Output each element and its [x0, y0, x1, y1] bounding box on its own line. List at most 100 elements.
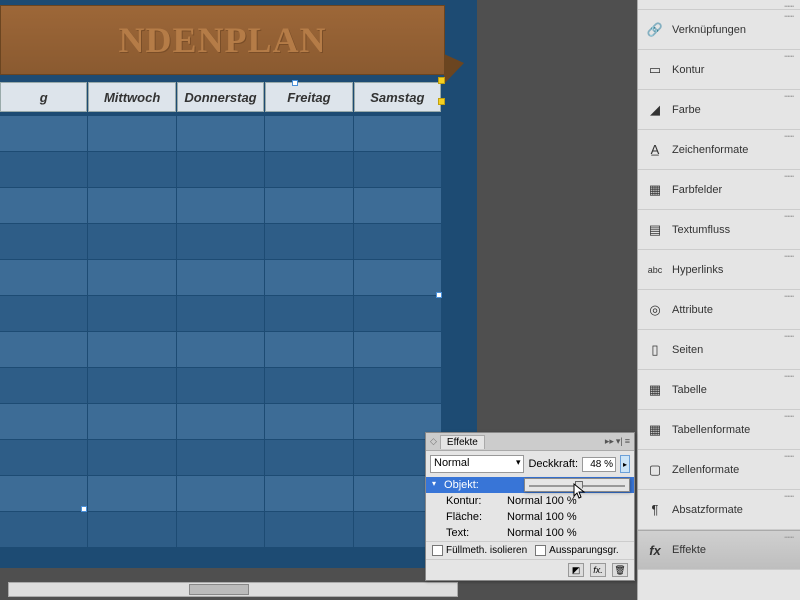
- opacity-dropdown-arrow[interactable]: ▸: [620, 455, 630, 473]
- table-cell: [177, 224, 264, 259]
- table-cell: [354, 296, 441, 331]
- table-cell: [354, 368, 441, 403]
- table-cell: [88, 368, 175, 403]
- panel-item-ebenen[interactable]: ⧉Ebenen┅┅: [638, 0, 800, 10]
- delete-effect-button[interactable]: 🗑: [612, 563, 628, 577]
- table-cell: [177, 296, 264, 331]
- panel-drag-icon: ┅┅: [784, 252, 794, 261]
- table-header-cell: Mittwoch: [88, 82, 175, 112]
- table-grid: [0, 115, 442, 547]
- isolate-blending-checkbox[interactable]: Füllmeth. isolieren: [432, 545, 527, 556]
- effects-target-value: Normal 100 %: [507, 511, 577, 523]
- panel-drag-icon: ┅┅: [784, 212, 794, 221]
- panel-item-farbfelder[interactable]: ▦Farbfelder┅┅: [638, 170, 800, 210]
- effects-target-label: Kontur:: [432, 495, 507, 507]
- panel-drag-icon: ┅┅: [784, 533, 794, 542]
- opacity-input[interactable]: [582, 457, 616, 472]
- panel-drag-icon: ┅┅: [784, 2, 794, 10]
- table-cell: [88, 404, 175, 439]
- table-cell: [265, 260, 352, 295]
- clear-effects-button[interactable]: ◩: [568, 563, 584, 577]
- fx-icon: fx: [646, 541, 664, 559]
- panel-item-absatzformate[interactable]: ¶Absatzformate┅┅: [638, 490, 800, 530]
- fx-menu-button[interactable]: fx.: [590, 563, 606, 577]
- panel-drag-icon: ┅┅: [784, 412, 794, 421]
- opacity-label: Deckkraft:: [528, 458, 578, 470]
- effects-target-row[interactable]: Fläche:Normal 100 %: [426, 509, 634, 525]
- stroke-icon: ▭: [646, 61, 664, 79]
- panel-item-seiten[interactable]: ▯Seiten┅┅: [638, 330, 800, 370]
- table-cell: [354, 332, 441, 367]
- panel-label: Textumfluss: [672, 224, 730, 236]
- knockout-group-checkbox[interactable]: Aussparungsgr.: [535, 545, 619, 556]
- panel-label: Farbe: [672, 104, 701, 116]
- document-title: NDENPLAN: [118, 19, 326, 61]
- panel-item-farbe[interactable]: ◢Farbe┅┅: [638, 90, 800, 130]
- panel-label: Zeichenformate: [672, 144, 748, 156]
- table-header-cell: Samstag: [354, 82, 441, 112]
- panel-label: Seiten: [672, 344, 703, 356]
- table-cell: [0, 296, 87, 331]
- horizontal-scrollbar[interactable]: [8, 582, 458, 597]
- document-page[interactable]: NDENPLAN gMittwochDonnerstagFreitagSamst…: [0, 0, 477, 568]
- panel-menu-icon[interactable]: ≡: [625, 436, 630, 447]
- table-cell: [88, 332, 175, 367]
- table-cell: [0, 440, 87, 475]
- effects-titlebar[interactable]: ◇ Effekte ▸▸ ▾| ≡: [426, 433, 634, 451]
- table-row: [0, 223, 442, 259]
- panel-item-zellenformate[interactable]: ▢Zellenformate┅┅: [638, 450, 800, 490]
- panel-item-effekte[interactable]: fxEffekte┅┅: [638, 530, 800, 570]
- panel-drag-icon: ┅┅: [784, 12, 794, 21]
- disclosure-triangle-icon[interactable]: ▾: [432, 479, 436, 491]
- table-row: [0, 295, 442, 331]
- blend-mode-select[interactable]: Normal: [430, 455, 524, 473]
- table-cell: [177, 332, 264, 367]
- panel-item-textumfluss[interactable]: ▤Textumfluss┅┅: [638, 210, 800, 250]
- panel-item-zeichenformate[interactable]: A̲Zeichenformate┅┅: [638, 130, 800, 170]
- panel-item-verknüpfungen[interactable]: 🔗Verknüpfungen┅┅: [638, 10, 800, 50]
- scrollbar-thumb[interactable]: [189, 584, 249, 595]
- title-banner[interactable]: NDENPLAN: [0, 5, 445, 75]
- hyperlinks-icon: abc: [646, 261, 664, 279]
- table-row: [0, 115, 442, 151]
- selection-handle-yellow[interactable]: [438, 98, 445, 105]
- table-header-cell: Freitag: [265, 82, 352, 112]
- effects-checkbox-row: Füllmeth. isolieren Aussparungsgr.: [426, 541, 634, 559]
- panel-label: Kontur: [672, 64, 704, 76]
- minimize-icon[interactable]: ▾|: [616, 436, 623, 447]
- panel-item-tabelle[interactable]: ▦Tabelle┅┅: [638, 370, 800, 410]
- table-cell: [265, 512, 352, 547]
- panel-item-kontur[interactable]: ▭Kontur┅┅: [638, 50, 800, 90]
- table-row: [0, 511, 442, 547]
- panel-label: Verknüpfungen: [672, 24, 746, 36]
- effects-target-label: Text:: [432, 527, 507, 539]
- table-cell: [177, 512, 264, 547]
- panel-strip: ⧉Ebenen┅┅🔗Verknüpfungen┅┅▭Kontur┅┅◢Farbe…: [637, 0, 800, 600]
- selection-handle[interactable]: [292, 80, 298, 86]
- panel-item-tabellenformate[interactable]: ▦Tabellenformate┅┅: [638, 410, 800, 450]
- table-cell: [0, 512, 87, 547]
- effects-target-row[interactable]: Text:Normal 100 %: [426, 525, 634, 541]
- effects-target-row[interactable]: Kontur:Normal 100 %: [426, 493, 634, 509]
- table-row: [0, 439, 442, 475]
- table-cell: [88, 260, 175, 295]
- effects-tab[interactable]: Effekte: [440, 435, 485, 449]
- effects-panel[interactable]: ◇ Effekte ▸▸ ▾| ≡ Normal Deckkraft: ▸ ▾ O…: [425, 432, 635, 581]
- panel-item-hyperlinks[interactable]: abcHyperlinks┅┅: [638, 250, 800, 290]
- table-row: [0, 367, 442, 403]
- charformat-icon: A̲: [646, 141, 664, 159]
- paraformats-icon: ¶: [646, 501, 664, 519]
- table-header-cell: g: [0, 82, 87, 112]
- selection-handle[interactable]: [436, 292, 442, 298]
- selection-handle-yellow[interactable]: [438, 77, 445, 84]
- table-icon: ▦: [646, 381, 664, 399]
- panel-drag-icon: ┅┅: [784, 92, 794, 101]
- slider-thumb[interactable]: [575, 481, 583, 491]
- collapse-icon[interactable]: ▸▸: [605, 436, 614, 447]
- table-cell: [0, 224, 87, 259]
- effects-target-label: Objekt:: [440, 479, 515, 491]
- opacity-slider-popup[interactable]: [524, 478, 630, 492]
- panel-item-attribute[interactable]: ◎Attribute┅┅: [638, 290, 800, 330]
- selection-handle[interactable]: [81, 506, 87, 512]
- table-cell: [177, 440, 264, 475]
